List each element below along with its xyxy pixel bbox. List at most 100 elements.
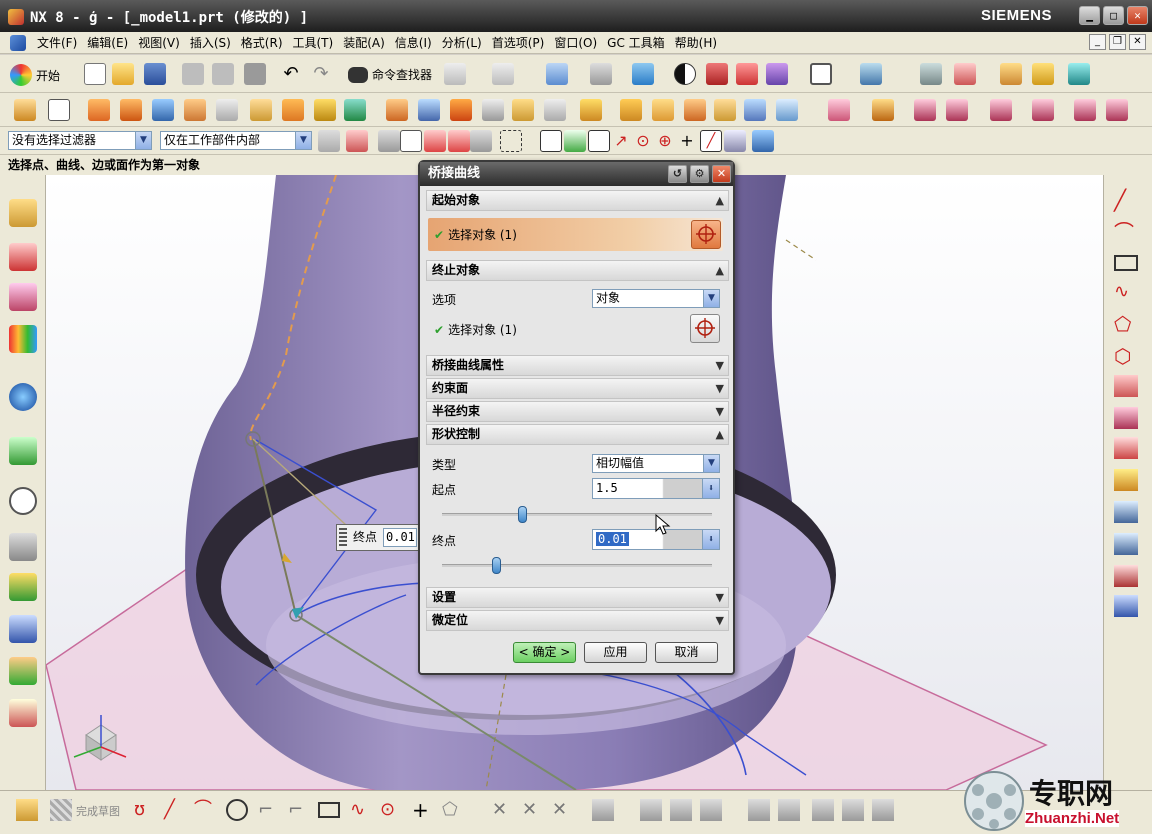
- section-start-object[interactable]: 起始对象 ▲: [426, 190, 729, 211]
- paste-icon[interactable]: [244, 63, 266, 85]
- line-icon[interactable]: ╱: [1114, 189, 1138, 211]
- view-cube-icon[interactable]: [632, 63, 654, 85]
- sketch-polygon-icon[interactable]: ⬠: [442, 799, 464, 821]
- sketch-line-icon[interactable]: ╱: [164, 799, 186, 821]
- finish-sketch-icon[interactable]: [50, 799, 72, 821]
- shape-type-select[interactable]: 相切幅值 ▼: [592, 454, 720, 473]
- snap-control-icon[interactable]: [564, 130, 586, 152]
- section-fine-position[interactable]: 微定位 ▼: [426, 610, 729, 631]
- hole-icon[interactable]: [216, 99, 238, 121]
- unite-icon[interactable]: [314, 99, 336, 121]
- snap-center-icon[interactable]: ⊙: [632, 130, 654, 152]
- sketch-task-icon[interactable]: [16, 799, 38, 821]
- sketch-icon[interactable]: [48, 99, 70, 121]
- section-constraint-face[interactable]: 约束面 ▼: [426, 378, 729, 399]
- selection-info-icon[interactable]: [492, 63, 514, 85]
- update-model-icon[interactable]: [872, 799, 894, 821]
- history-clock-icon[interactable]: [9, 487, 37, 515]
- make-corner-icon[interactable]: ✕: [552, 799, 574, 821]
- end-magnitude-slider[interactable]: [442, 557, 712, 574]
- offset-curve-icon[interactable]: [1114, 375, 1138, 397]
- arc-icon[interactable]: ⌒: [1114, 221, 1138, 243]
- sketch-orient-icon[interactable]: [812, 799, 834, 821]
- bounded-plane-icon[interactable]: [744, 99, 766, 121]
- promote-body-icon[interactable]: [990, 99, 1012, 121]
- sketch-chamfer-icon[interactable]: ⌐: [288, 799, 310, 821]
- sketch-point-icon[interactable]: ⊙: [380, 799, 402, 821]
- doc-restore-icon[interactable]: ❐: [1109, 34, 1126, 50]
- mesh-surface-icon[interactable]: [714, 99, 736, 121]
- type-filter-select[interactable]: 没有选择过滤器 ▼: [8, 131, 152, 150]
- fit-view-icon[interactable]: [546, 63, 568, 85]
- general-selection-icon[interactable]: [346, 130, 368, 152]
- open-folder-icon[interactable]: [112, 63, 134, 85]
- delete-face-icon[interactable]: [1074, 99, 1096, 121]
- offset-sketch-icon[interactable]: [592, 799, 614, 821]
- maximize-icon[interactable]: □: [1103, 6, 1124, 25]
- snap-bounded-icon[interactable]: [752, 130, 774, 152]
- thicken-icon[interactable]: [620, 99, 642, 121]
- menu-gc-toolkit[interactable]: GC 工具箱: [602, 34, 670, 51]
- orient-view-icon[interactable]: [590, 63, 612, 85]
- start-crosshair-button[interactable]: [691, 220, 721, 249]
- save-icon[interactable]: [144, 63, 166, 85]
- roles-icon[interactable]: [9, 657, 37, 685]
- doc-close-icon[interactable]: ✕: [1129, 34, 1146, 50]
- shell-icon[interactable]: [482, 99, 504, 121]
- section-end-object[interactable]: 终止对象 ▲: [426, 260, 729, 281]
- assembly-navigator-icon[interactable]: [9, 199, 37, 227]
- sketch-tools-icon[interactable]: [444, 63, 466, 85]
- menu-help[interactable]: 帮助(H): [670, 34, 722, 51]
- snap-midpoint-icon[interactable]: ↗: [610, 130, 632, 152]
- intersect-curve-icon[interactable]: [1114, 469, 1138, 491]
- start-select-object-row[interactable]: ✔ 选择对象 (1): [428, 218, 723, 251]
- measure-icon[interactable]: [1000, 63, 1022, 85]
- helix-icon[interactable]: [1114, 595, 1138, 617]
- process-studio-icon[interactable]: [9, 573, 37, 601]
- extrude-icon[interactable]: [88, 99, 110, 121]
- snap-point-icon[interactable]: [540, 130, 562, 152]
- new-file-icon[interactable]: [84, 63, 106, 85]
- end-slider-thumb[interactable]: [492, 557, 501, 574]
- select-body-icon[interactable]: [400, 130, 422, 152]
- select-curve-icon[interactable]: [470, 130, 492, 152]
- background-icon[interactable]: [810, 63, 832, 85]
- analysis-icon[interactable]: [1032, 63, 1054, 85]
- snap-on-curve-icon[interactable]: ╱: [700, 130, 722, 152]
- sketch-arc-icon[interactable]: ⌒: [194, 799, 216, 821]
- profile-icon[interactable]: ʊ: [134, 799, 156, 821]
- replace-face-icon[interactable]: [1032, 99, 1054, 121]
- project-curve-icon[interactable]: [1114, 437, 1138, 459]
- start-button[interactable]: 开始: [10, 64, 60, 86]
- quick-extend-icon[interactable]: ✕: [522, 799, 544, 821]
- quick-trim-icon[interactable]: ✕: [492, 799, 514, 821]
- system-scene-icon[interactable]: [9, 699, 37, 727]
- dynamic-input-value[interactable]: 0.01: [383, 528, 417, 547]
- end-select-object-label[interactable]: ✔ 选择对象 (1): [434, 321, 517, 338]
- wrap-curve-icon[interactable]: [1114, 565, 1138, 587]
- system-materials-icon[interactable]: [9, 533, 37, 561]
- alternate-solution-icon[interactable]: [778, 799, 800, 821]
- shaded-edges-icon[interactable]: [706, 63, 728, 85]
- filter-reset-icon[interactable]: [318, 130, 340, 152]
- wireframe-icon[interactable]: [736, 63, 758, 85]
- offset-face-icon[interactable]: [512, 99, 534, 121]
- web-browser-icon[interactable]: [9, 383, 37, 411]
- snap-quadrant-icon[interactable]: ⊕: [654, 130, 676, 152]
- render-style-icon[interactable]: [674, 63, 696, 85]
- drag-grip-icon[interactable]: [339, 528, 347, 547]
- select-edge-icon[interactable]: [448, 130, 470, 152]
- block-icon[interactable]: [152, 99, 174, 121]
- arrow-down-icon[interactable]: ⬇: [702, 479, 719, 498]
- start-magnitude-field[interactable]: 1.5 ⬇: [592, 478, 720, 499]
- split-body-icon[interactable]: [580, 99, 602, 121]
- minimize-icon[interactable]: ▁: [1079, 6, 1100, 25]
- subtract-icon[interactable]: [344, 99, 366, 121]
- selection-scope-select[interactable]: 仅在工作部件内部 ▼: [160, 131, 312, 150]
- chamfer-icon[interactable]: [418, 99, 440, 121]
- sketch-crosshair-icon[interactable]: +: [412, 799, 434, 821]
- doc-minimize-icon[interactable]: _: [1089, 34, 1106, 50]
- cylinder-icon[interactable]: [184, 99, 206, 121]
- layer-settings-icon[interactable]: [920, 63, 942, 85]
- bridge-curve-icon[interactable]: [1114, 407, 1138, 429]
